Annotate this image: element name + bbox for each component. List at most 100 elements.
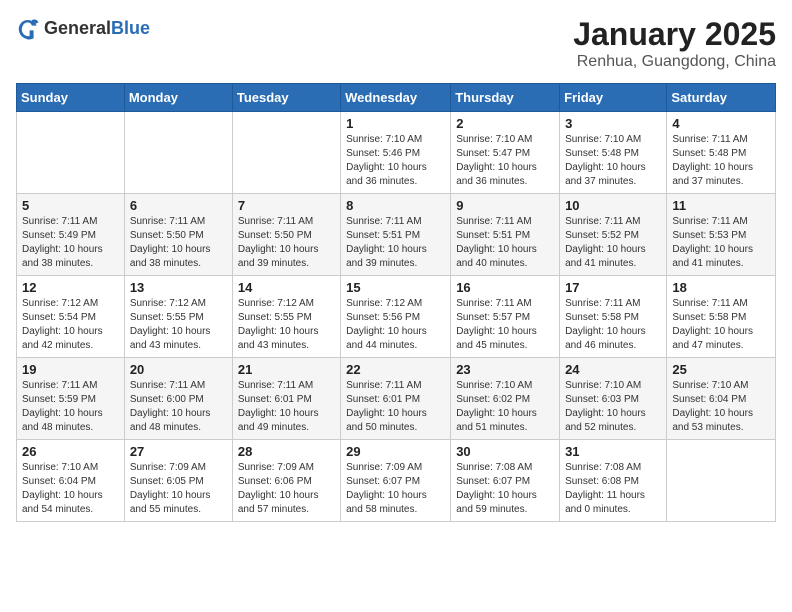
table-row — [232, 112, 340, 194]
day-number: 6 — [130, 198, 227, 213]
table-row — [124, 112, 232, 194]
day-info: Sunrise: 7:12 AMSunset: 5:54 PMDaylight:… — [22, 297, 119, 353]
table-row: 29 Sunrise: 7:09 AMSunset: 6:07 PMDayligh… — [341, 440, 451, 522]
day-info: Sunrise: 7:11 AMSunset: 5:58 PMDaylight:… — [565, 297, 661, 353]
table-row: 12Sunrise: 7:12 AMSunset: 5:54 PMDayligh… — [17, 276, 125, 358]
col-tuesday: Tuesday — [232, 84, 340, 112]
day-number: 2 — [456, 116, 554, 131]
table-row: 2 Sunrise: 7:10 AMSunset: 5:47 PMDaylight… — [451, 112, 560, 194]
col-monday: Monday — [124, 84, 232, 112]
table-row: 15 Sunrise: 7:12 AMSunset: 5:56 PMDayligh… — [341, 276, 451, 358]
table-row: 22 Sunrise: 7:11 AMSunset: 6:01 PMDayligh… — [341, 358, 451, 440]
table-row: 19Sunrise: 7:11 AMSunset: 5:59 PMDayligh… — [17, 358, 125, 440]
table-row — [17, 112, 125, 194]
day-info: Sunrise: 7:11 AMSunset: 5:48 PMDaylight:… — [672, 133, 770, 189]
day-number: 22 — [346, 362, 445, 377]
day-number: 13 — [130, 280, 227, 295]
table-row: 10 Sunrise: 7:11 AMSunset: 5:52 PMDayligh… — [560, 194, 667, 276]
day-number: 17 — [565, 280, 661, 295]
day-number: 29 — [346, 444, 445, 459]
day-info: Sunrise: 7:09 AMSunset: 6:07 PMDaylight:… — [346, 461, 445, 517]
day-info: Sunrise: 7:09 AMSunset: 6:06 PMDaylight:… — [238, 461, 335, 517]
table-row: 16Sunrise: 7:11 AMSunset: 5:57 PMDayligh… — [451, 276, 560, 358]
day-info: Sunrise: 7:10 AMSunset: 5:48 PMDaylight:… — [565, 133, 661, 189]
day-number: 27 — [130, 444, 227, 459]
location-title: Renhua, Guangdong, China — [573, 53, 776, 71]
day-info: Sunrise: 7:10 AMSunset: 6:04 PMDaylight:… — [672, 379, 770, 435]
day-info: Sunrise: 7:11 AMSunset: 5:59 PMDaylight:… — [22, 379, 119, 435]
day-info: Sunrise: 7:11 AMSunset: 6:00 PMDaylight:… — [130, 379, 227, 435]
table-row: 9Sunrise: 7:11 AMSunset: 5:51 PMDaylight… — [451, 194, 560, 276]
table-row: 11Sunrise: 7:11 AMSunset: 5:53 PMDayligh… — [667, 194, 776, 276]
col-thursday: Thursday — [451, 84, 560, 112]
day-number: 10 — [565, 198, 661, 213]
col-wednesday: Wednesday — [341, 84, 451, 112]
table-row: 6 Sunrise: 7:11 AMSunset: 5:50 PMDaylight… — [124, 194, 232, 276]
calendar-week-row: 5 Sunrise: 7:11 AMSunset: 5:49 PMDaylight… — [17, 194, 776, 276]
calendar-week-row: 26Sunrise: 7:10 AMSunset: 6:04 PMDayligh… — [17, 440, 776, 522]
calendar-week-row: 19Sunrise: 7:11 AMSunset: 5:59 PMDayligh… — [17, 358, 776, 440]
day-info: Sunrise: 7:09 AMSunset: 6:05 PMDaylight:… — [130, 461, 227, 517]
day-number: 5 — [22, 198, 119, 213]
day-number: 15 — [346, 280, 445, 295]
day-number: 24 — [565, 362, 661, 377]
table-row: 4Sunrise: 7:11 AMSunset: 5:48 PMDaylight… — [667, 112, 776, 194]
day-info: Sunrise: 7:11 AMSunset: 5:51 PMDaylight:… — [456, 215, 554, 271]
day-number: 8 — [346, 198, 445, 213]
day-number: 20 — [130, 362, 227, 377]
logo-blue: Blue — [111, 18, 150, 38]
table-row: 8 Sunrise: 7:11 AMSunset: 5:51 PMDaylight… — [341, 194, 451, 276]
day-number: 28 — [238, 444, 335, 459]
day-info: Sunrise: 7:11 AMSunset: 6:01 PMDaylight:… — [346, 379, 445, 435]
calendar-week-row: 1 Sunrise: 7:10 AMSunset: 5:46 PMDaylight… — [17, 112, 776, 194]
logo: GeneralBlue — [16, 16, 150, 40]
day-info: Sunrise: 7:11 AMSunset: 5:53 PMDaylight:… — [672, 215, 770, 271]
day-info: Sunrise: 7:12 AMSunset: 5:56 PMDaylight:… — [346, 297, 445, 353]
table-row: 25Sunrise: 7:10 AMSunset: 6:04 PMDayligh… — [667, 358, 776, 440]
day-number: 21 — [238, 362, 335, 377]
col-saturday: Saturday — [667, 84, 776, 112]
table-row: 13Sunrise: 7:12 AMSunset: 5:55 PMDayligh… — [124, 276, 232, 358]
table-row: 7 Sunrise: 7:11 AMSunset: 5:50 PMDaylight… — [232, 194, 340, 276]
page-header: GeneralBlue January 2025 Renhua, Guangdo… — [16, 16, 776, 71]
logo-icon — [16, 16, 40, 40]
day-info: Sunrise: 7:10 AMSunset: 6:03 PMDaylight:… — [565, 379, 661, 435]
day-info: Sunrise: 7:10 AMSunset: 5:46 PMDaylight:… — [346, 133, 445, 189]
day-info: Sunrise: 7:11 AMSunset: 5:58 PMDaylight:… — [672, 297, 770, 353]
day-number: 1 — [346, 116, 445, 131]
day-info: Sunrise: 7:10 AMSunset: 6:02 PMDaylight:… — [456, 379, 554, 435]
table-row: 21 Sunrise: 7:11 AMSunset: 6:01 PMDayligh… — [232, 358, 340, 440]
day-number: 31 — [565, 444, 661, 459]
col-friday: Friday — [560, 84, 667, 112]
day-info: Sunrise: 7:08 AMSunset: 6:08 PMDaylight:… — [565, 461, 661, 517]
logo-text: GeneralBlue — [44, 18, 150, 39]
day-number: 7 — [238, 198, 335, 213]
table-row: 18 Sunrise: 7:11 AMSunset: 5:58 PMDayligh… — [667, 276, 776, 358]
day-number: 30 — [456, 444, 554, 459]
table-row: 14Sunrise: 7:12 AMSunset: 5:55 PMDayligh… — [232, 276, 340, 358]
day-info: Sunrise: 7:11 AMSunset: 5:52 PMDaylight:… — [565, 215, 661, 271]
day-info: Sunrise: 7:11 AMSunset: 6:01 PMDaylight:… — [238, 379, 335, 435]
month-title: January 2025 — [573, 16, 776, 53]
day-info: Sunrise: 7:11 AMSunset: 5:51 PMDaylight:… — [346, 215, 445, 271]
day-info: Sunrise: 7:11 AMSunset: 5:50 PMDaylight:… — [130, 215, 227, 271]
col-sunday: Sunday — [17, 84, 125, 112]
day-number: 14 — [238, 280, 335, 295]
day-number: 3 — [565, 116, 661, 131]
table-row: 17 Sunrise: 7:11 AMSunset: 5:58 PMDayligh… — [560, 276, 667, 358]
day-info: Sunrise: 7:11 AMSunset: 5:49 PMDaylight:… — [22, 215, 119, 271]
day-number: 23 — [456, 362, 554, 377]
table-row: 23 Sunrise: 7:10 AMSunset: 6:02 PMDayligh… — [451, 358, 560, 440]
day-info: Sunrise: 7:11 AMSunset: 5:57 PMDaylight:… — [456, 297, 554, 353]
day-info: Sunrise: 7:10 AMSunset: 5:47 PMDaylight:… — [456, 133, 554, 189]
table-row: 5 Sunrise: 7:11 AMSunset: 5:49 PMDaylight… — [17, 194, 125, 276]
table-row: 24 Sunrise: 7:10 AMSunset: 6:03 PMDayligh… — [560, 358, 667, 440]
title-block: January 2025 Renhua, Guangdong, China — [573, 16, 776, 71]
table-row: 1 Sunrise: 7:10 AMSunset: 5:46 PMDaylight… — [341, 112, 451, 194]
table-row — [667, 440, 776, 522]
day-number: 18 — [672, 280, 770, 295]
calendar-week-row: 12Sunrise: 7:12 AMSunset: 5:54 PMDayligh… — [17, 276, 776, 358]
calendar-table: Sunday Monday Tuesday Wednesday Thursday… — [16, 83, 776, 522]
day-number: 26 — [22, 444, 119, 459]
day-info: Sunrise: 7:11 AMSunset: 5:50 PMDaylight:… — [238, 215, 335, 271]
